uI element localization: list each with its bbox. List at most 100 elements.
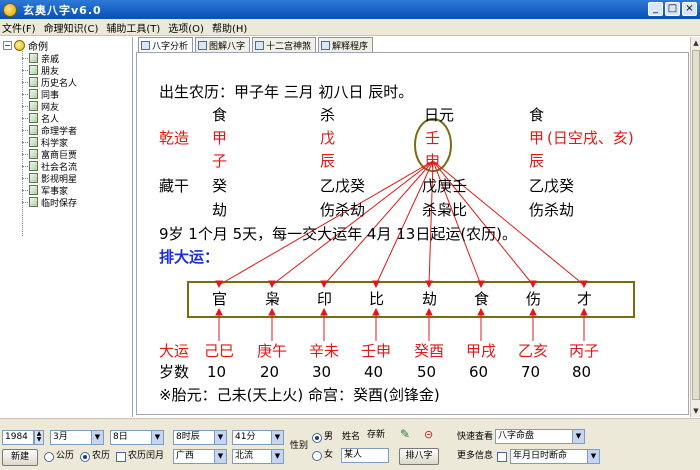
- new-button[interactable]: 新建: [2, 449, 38, 466]
- tab-bazi-diagram[interactable]: 图解八字: [195, 37, 251, 52]
- male-radio[interactable]: [312, 433, 322, 443]
- menu-options[interactable]: 选项(O): [166, 20, 210, 35]
- kong-note: (日空戌、亥): [547, 129, 634, 147]
- document-icon: [29, 137, 38, 147]
- tree-item[interactable]: 同事: [22, 88, 59, 101]
- branch-month: 辰: [320, 152, 336, 170]
- dropdown-arrow-icon[interactable]: ▼: [91, 431, 103, 444]
- close-button[interactable]: ×: [682, 2, 697, 16]
- book-icon: [321, 40, 331, 50]
- paipan-button[interactable]: 排八字: [399, 448, 439, 465]
- gender-label: 性别: [290, 441, 309, 451]
- up-arrowhead: [477, 307, 485, 316]
- ray-arrowhead: [529, 280, 537, 289]
- more-info-checkbox[interactable]: [497, 452, 507, 462]
- scroll-up-icon[interactable]: ▲: [691, 37, 700, 49]
- maximize-button[interactable]: □: [665, 2, 680, 16]
- vertical-scrollbar[interactable]: ▲ ▼: [690, 37, 700, 417]
- hidden-god-day: 杀枭比: [422, 201, 468, 219]
- tree-item[interactable]: 影视明星: [22, 172, 77, 185]
- dayun-box: [187, 281, 635, 318]
- tree-branch-line: [22, 153, 28, 155]
- quick-view-label: 快速查看: [457, 432, 494, 442]
- dropdown-arrow-icon[interactable]: ▼: [587, 450, 599, 463]
- dayun-pillar: 己巳: [204, 342, 235, 360]
- quick-view-select[interactable]: 八字命盘 ▼: [495, 429, 585, 444]
- dayun-god: 枭: [265, 290, 281, 308]
- leap-month-label: 农历闰月: [128, 451, 165, 461]
- name-input[interactable]: 某人: [341, 448, 389, 463]
- year-field[interactable]: 1984: [2, 430, 34, 445]
- female-radio[interactable]: [312, 451, 322, 461]
- tree-item[interactable]: 军事家: [22, 184, 68, 197]
- tree-item[interactable]: 命理学者: [22, 124, 77, 137]
- province-select[interactable]: 广西 ▼: [173, 449, 227, 464]
- menu-help[interactable]: 帮助(H): [210, 20, 253, 35]
- document-icon: [29, 113, 38, 123]
- more-info-select[interactable]: 年月日时断命 ▼: [510, 449, 600, 464]
- gongli-radio[interactable]: [44, 452, 54, 462]
- scroll-thumb[interactable]: [692, 50, 700, 400]
- dayun-age: 10: [207, 363, 227, 381]
- tab-label: 八字分析: [152, 41, 189, 52]
- tree-item[interactable]: 科学家: [22, 136, 68, 149]
- tree-item[interactable]: 网友: [22, 100, 59, 113]
- city-select[interactable]: 北流 ▼: [232, 449, 284, 464]
- hidden-god-hour: 伤杀劫: [529, 201, 575, 219]
- leap-month-checkbox[interactable]: [116, 452, 126, 462]
- day-value: 8日: [113, 432, 128, 442]
- dropdown-arrow-icon[interactable]: ▼: [214, 450, 226, 463]
- dayun-pillar: 壬申: [361, 342, 392, 360]
- tree-item[interactable]: 名人: [22, 112, 59, 125]
- hour-select[interactable]: 8时辰 ▼: [173, 430, 227, 445]
- menu-tools[interactable]: 辅助工具(T): [104, 20, 166, 35]
- dropdown-arrow-icon[interactable]: ▼: [151, 431, 163, 444]
- year-spinner[interactable]: ▲ ▼: [34, 430, 44, 445]
- dayun-god: 官: [212, 290, 228, 308]
- dayun-label: 大运: [159, 342, 190, 360]
- window-title: 玄奥八字v6.0: [23, 3, 102, 17]
- pin-icon[interactable]: ✎: [400, 428, 410, 441]
- collapse-icon[interactable]: −: [3, 40, 12, 50]
- tree-item[interactable]: 富商巨贾: [22, 148, 77, 161]
- stem-hour: 甲: [529, 129, 545, 147]
- dayun-age: 60: [469, 363, 489, 381]
- tree-item[interactable]: 社会名流: [22, 160, 77, 173]
- day-select[interactable]: 8日 ▼: [110, 430, 164, 445]
- month-select[interactable]: 3月 ▼: [50, 430, 104, 445]
- dropdown-arrow-icon[interactable]: ▼: [271, 450, 283, 463]
- minimize-button[interactable]: _: [648, 2, 663, 16]
- stop-icon[interactable]: ⊝: [424, 428, 433, 441]
- tree-item[interactable]: 历史名人: [22, 76, 77, 89]
- branch-day: 申: [425, 152, 441, 170]
- scroll-down-icon[interactable]: ▼: [691, 405, 700, 417]
- dropdown-arrow-icon[interactable]: ▼: [572, 430, 584, 443]
- diagram-icon: [198, 40, 208, 50]
- document-icon: [29, 185, 38, 195]
- nongli-radio[interactable]: [80, 452, 90, 462]
- tab-explain[interactable]: 解释程序: [318, 37, 374, 52]
- tree-item[interactable]: 亲戚: [22, 52, 59, 65]
- menu-file[interactable]: 文件(F): [0, 20, 42, 35]
- god-month: 杀: [320, 106, 336, 124]
- hidden-hour: 乙戊癸: [529, 177, 575, 195]
- ray-arrowhead: [477, 280, 485, 289]
- hidden-year: 癸: [212, 177, 228, 195]
- name-label: 姓名: [342, 432, 361, 442]
- chart-panel: 出生农历：甲子年 三月 初八日 辰时。 食 杀 日元 食 乾造 甲 戊 壬 甲 …: [136, 52, 689, 415]
- menu-knowledge[interactable]: 命理知识(C): [42, 20, 105, 35]
- dropdown-arrow-icon[interactable]: ▼: [271, 431, 283, 444]
- dayun-god: 才: [577, 290, 593, 308]
- day-master-label: 日元: [424, 106, 455, 124]
- input-form: 1984 ▲ ▼ 3月 ▼ 8日 ▼ 8时辰 ▼ 41分 ▼ 新建 公历 农历 农历闰月 …: [0, 418, 700, 470]
- tab-twelve-palaces[interactable]: 十二宫神煞: [252, 37, 317, 52]
- minute-select[interactable]: 41分 ▼: [232, 430, 284, 445]
- city-value: 北流: [235, 451, 254, 461]
- dropdown-arrow-icon[interactable]: ▼: [214, 431, 226, 444]
- hidden-month: 乙戊癸: [320, 177, 366, 195]
- tree-root[interactable]: − 命例: [3, 39, 48, 53]
- tab-bazi-analysis[interactable]: 八字分析: [138, 37, 194, 52]
- tree-item[interactable]: 临时保存: [22, 196, 77, 209]
- tree-branch-line: [22, 81, 28, 83]
- tree-item[interactable]: 朋友: [22, 64, 59, 77]
